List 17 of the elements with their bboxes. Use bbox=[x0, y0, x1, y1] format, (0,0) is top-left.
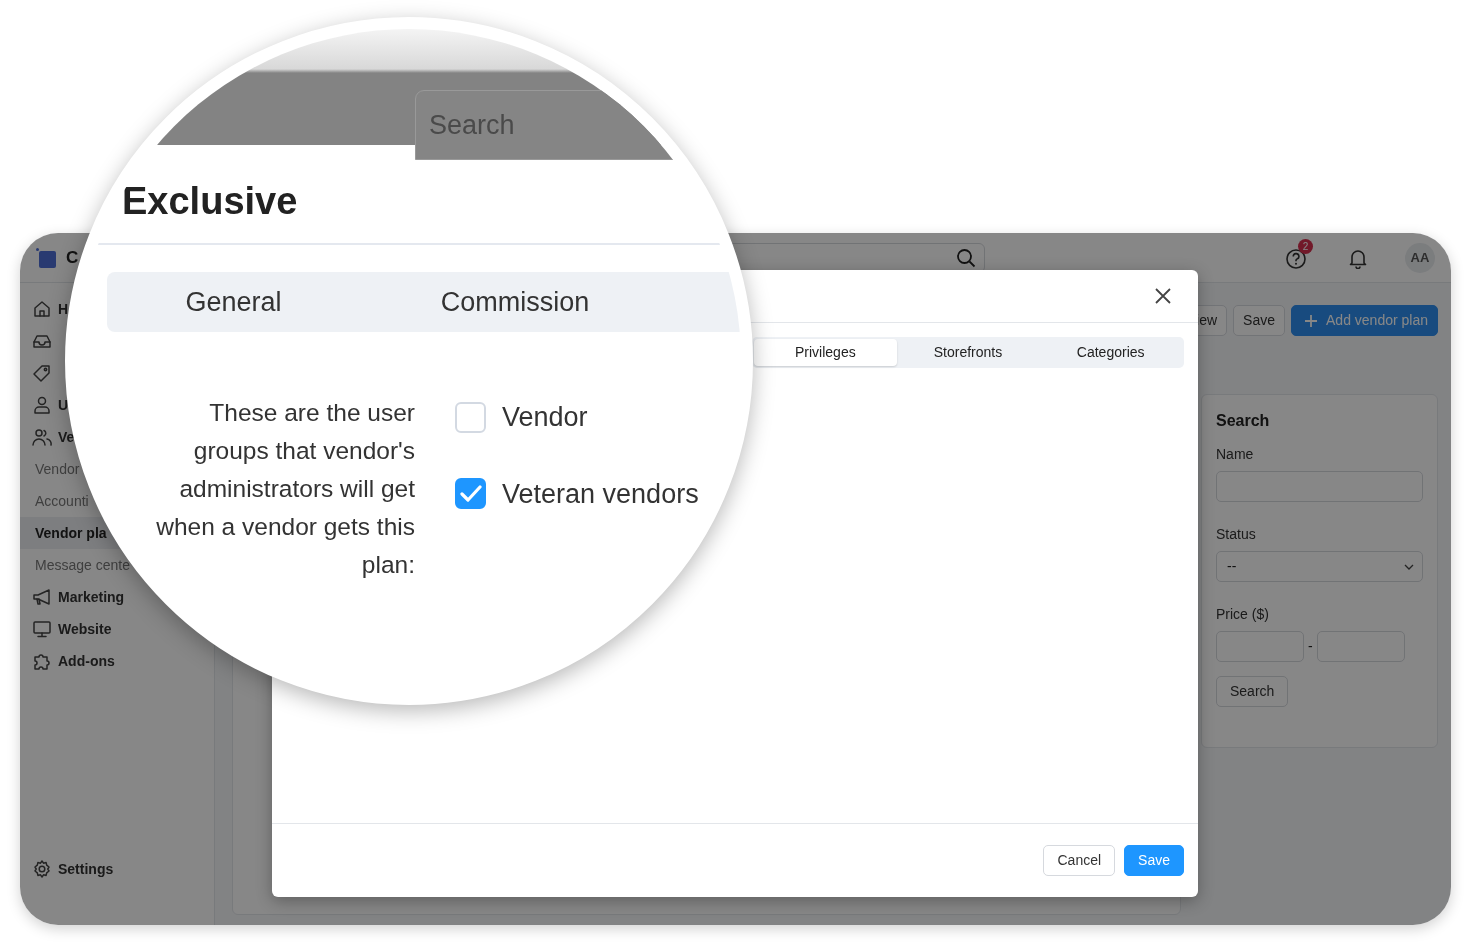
panel-title: Search bbox=[1216, 411, 1271, 431]
sidebar-label: Website bbox=[58, 619, 112, 639]
notification-badge: 2 bbox=[1298, 238, 1313, 254]
field-label: Name bbox=[1216, 445, 1255, 465]
sidebar-label: Settings bbox=[58, 859, 114, 879]
sidebar-label: H bbox=[58, 299, 69, 319]
range-separator: - bbox=[1308, 637, 1313, 657]
sidebar-label: Add-ons bbox=[58, 651, 115, 671]
sidebar-label: Ve bbox=[58, 427, 75, 447]
checkbox-label: Veteran vendors bbox=[502, 477, 699, 511]
field-label: Status bbox=[1216, 525, 1257, 545]
sidebar-label: Marketing bbox=[58, 587, 125, 607]
logo-text: C bbox=[66, 246, 79, 269]
description-text: These are the user groups that vendor's administrators will get when a vendor gets this plan: bbox=[155, 398, 415, 580]
sidebar-label: U bbox=[58, 395, 69, 415]
checkbox-label: Vendor bbox=[502, 401, 588, 434]
field-label: Price ($) bbox=[1216, 605, 1270, 625]
